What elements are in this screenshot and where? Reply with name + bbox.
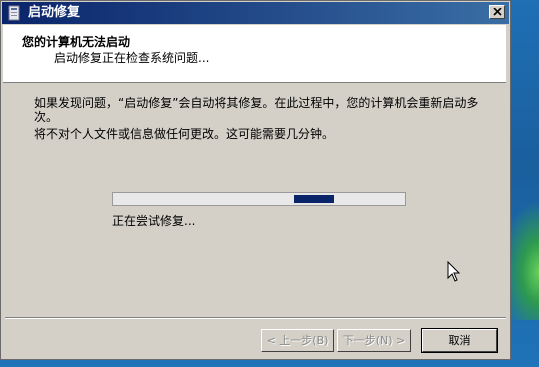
- close-button[interactable]: [489, 5, 505, 19]
- cancel-button[interactable]: 取消: [421, 328, 498, 353]
- status-text: 正在尝试修复...: [112, 214, 196, 228]
- header-subtitle: 启动修复正在检查系统问题...: [54, 51, 210, 65]
- back-button[interactable]: < 上一步(B): [261, 329, 334, 352]
- description-paragraph: 如果发现问题，“启动修复”会自动将其修复。在此过程中，您的计算机会重新启动多次。: [34, 96, 479, 124]
- startup-repair-app-icon: [8, 5, 22, 21]
- title-bar[interactable]: 启动修复: [2, 2, 509, 24]
- window-title: 启动修复: [28, 5, 81, 20]
- progress-bar: [112, 192, 406, 206]
- header-title: 您的计算机无法启动: [22, 35, 131, 49]
- notice-paragraph: 将不对个人文件或信息做任何更改。这可能需要几分钟。: [34, 127, 335, 141]
- next-button[interactable]: 下一步(N) >: [337, 329, 411, 352]
- header-panel: 您的计算机无法启动 启动修复正在检查系统问题...: [3, 25, 506, 83]
- mouse-cursor-icon: [447, 261, 461, 282]
- close-icon: [493, 8, 502, 16]
- startup-repair-window: 启动修复 您的计算机无法启动 启动修复正在检查系统问题... 如果发现问题，“启…: [0, 0, 511, 360]
- footer-separator: [5, 317, 506, 319]
- progress-indicator: [294, 195, 334, 203]
